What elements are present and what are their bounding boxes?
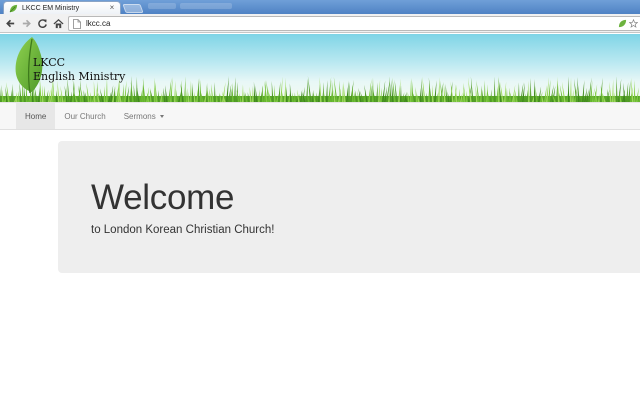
forward-arrow-icon: [22, 19, 31, 27]
browser-tabstrip: LKCC EM Ministry ×: [0, 0, 640, 14]
nav-home[interactable]: Home: [16, 103, 56, 129]
nav-our-church[interactable]: Our Church: [55, 103, 114, 129]
background-tab[interactable]: [180, 3, 232, 9]
nav-our-church-label: Our Church: [64, 111, 106, 121]
nav-sermons-label: Sermons: [123, 111, 156, 121]
extension-leaf-icon[interactable]: [618, 19, 627, 28]
home-button[interactable]: [51, 16, 65, 30]
page-icon: [73, 18, 81, 29]
reload-button[interactable]: [35, 16, 49, 30]
omnibox-actions: [618, 19, 638, 28]
home-icon: [52, 18, 64, 28]
new-tab-button[interactable]: [122, 4, 144, 13]
tab-close-icon[interactable]: ×: [107, 4, 117, 12]
welcome-subtext: to London Korean Christian Church!: [91, 224, 275, 236]
reload-icon: [37, 18, 47, 28]
bookmark-star-icon[interactable]: [629, 19, 638, 28]
browser-tab[interactable]: LKCC EM Ministry ×: [3, 1, 121, 14]
site-navbar: Home Our Church Sermons: [0, 102, 640, 130]
nav-home-label: Home: [25, 111, 47, 121]
welcome-jumbotron: Welcome to London Korean Christian Churc…: [58, 141, 640, 273]
nav-sermons-dropdown[interactable]: Sermons: [115, 103, 173, 129]
back-button[interactable]: [3, 16, 17, 30]
forward-button[interactable]: [19, 16, 33, 30]
url-text: lkcc.ca: [86, 19, 111, 28]
background-tab[interactable]: [148, 3, 176, 9]
browser-toolbar: lkcc.ca: [0, 14, 640, 33]
address-bar[interactable]: lkcc.ca: [68, 16, 640, 31]
welcome-heading: Welcome: [91, 178, 235, 217]
logo-line-1: LKCC: [33, 56, 66, 69]
caret-down-icon: [159, 114, 164, 118]
back-arrow-icon: [5, 19, 14, 27]
site-header-banner: LKCC English Ministry: [0, 34, 640, 102]
site-logo-text[interactable]: LKCC English Ministry: [33, 56, 125, 84]
tab-title: LKCC EM Ministry: [22, 4, 80, 12]
logo-line-2: English Ministry: [33, 70, 126, 83]
leaf-favicon-icon: [9, 4, 18, 12]
